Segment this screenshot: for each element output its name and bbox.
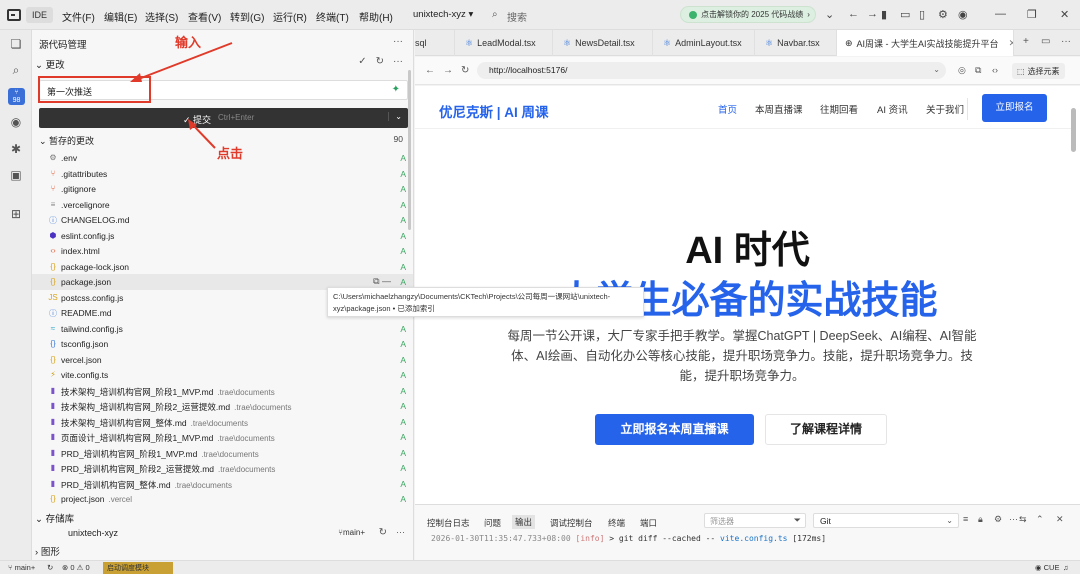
annotation-arrow-input	[135, 42, 233, 81]
annotation-overlay	[38, 42, 233, 149]
annotation-arrow-click	[191, 123, 216, 149]
